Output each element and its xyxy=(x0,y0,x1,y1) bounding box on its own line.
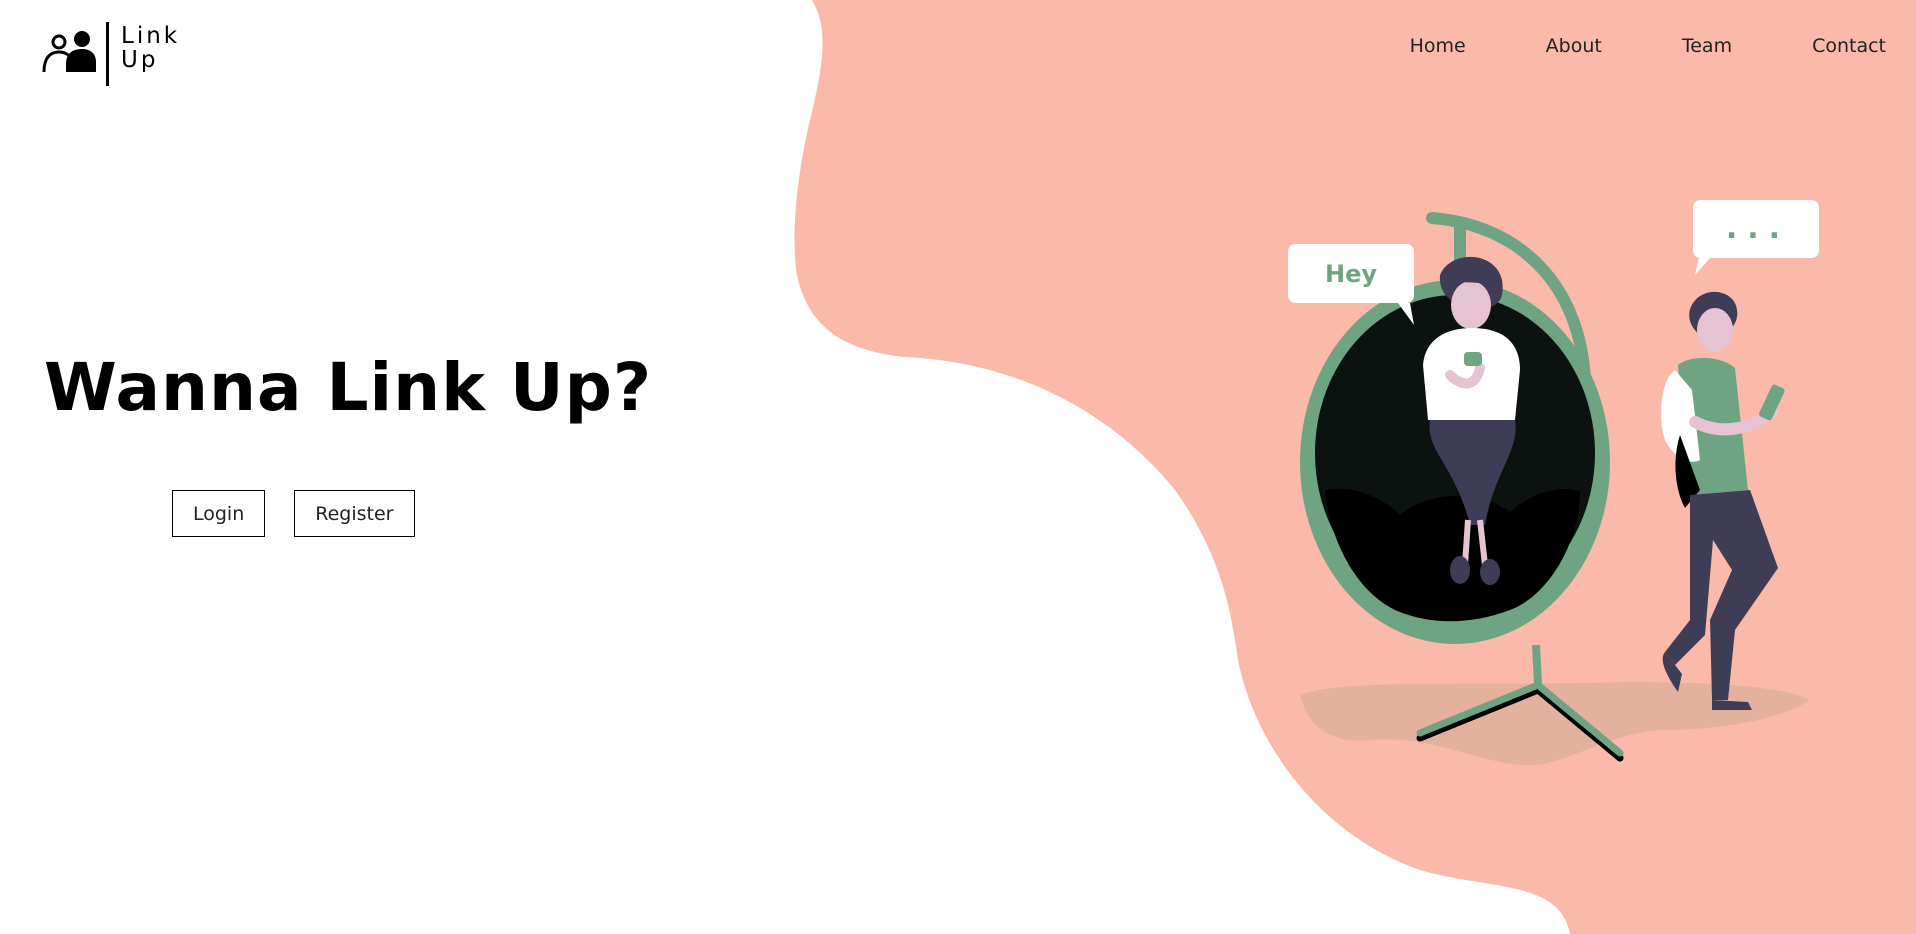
chair-post xyxy=(1532,644,1542,686)
hero-title: Wanna Link Up? xyxy=(44,349,653,426)
woman-shoe-left xyxy=(1450,556,1470,584)
nav-link-team[interactable]: Team xyxy=(1682,32,1732,60)
register-button[interactable]: Register xyxy=(294,490,415,537)
man-phone xyxy=(1759,384,1785,421)
man-face xyxy=(1697,308,1733,352)
woman-shoe-right xyxy=(1480,559,1500,585)
man-legs xyxy=(1665,490,1778,700)
woman-face xyxy=(1451,281,1491,329)
nav-link-contact[interactable]: Contact xyxy=(1812,32,1886,60)
login-button[interactable]: Login xyxy=(172,490,266,537)
nav-link-about[interactable]: About xyxy=(1546,32,1602,60)
main-nav: Home About Team Contact xyxy=(1330,32,1886,60)
nav-link-home[interactable]: Home xyxy=(1410,32,1466,60)
hero-actions: Login Register xyxy=(172,490,415,537)
woman-shirt xyxy=(1423,328,1520,420)
logo-text-line1: Link xyxy=(121,23,181,49)
woman-phone xyxy=(1464,352,1482,366)
landing-page: Link Up Home About Team Contact Wanna Li… xyxy=(0,0,1916,934)
logo-text-line2: Up xyxy=(121,47,159,73)
hero-illustration: Hey ... xyxy=(1288,200,1819,766)
typing-bubble-text: ... xyxy=(1726,211,1790,246)
logo-text: Link Up xyxy=(121,24,180,72)
brand-logo[interactable]: Link Up xyxy=(38,20,188,88)
hey-bubble-text: Hey xyxy=(1325,260,1377,288)
